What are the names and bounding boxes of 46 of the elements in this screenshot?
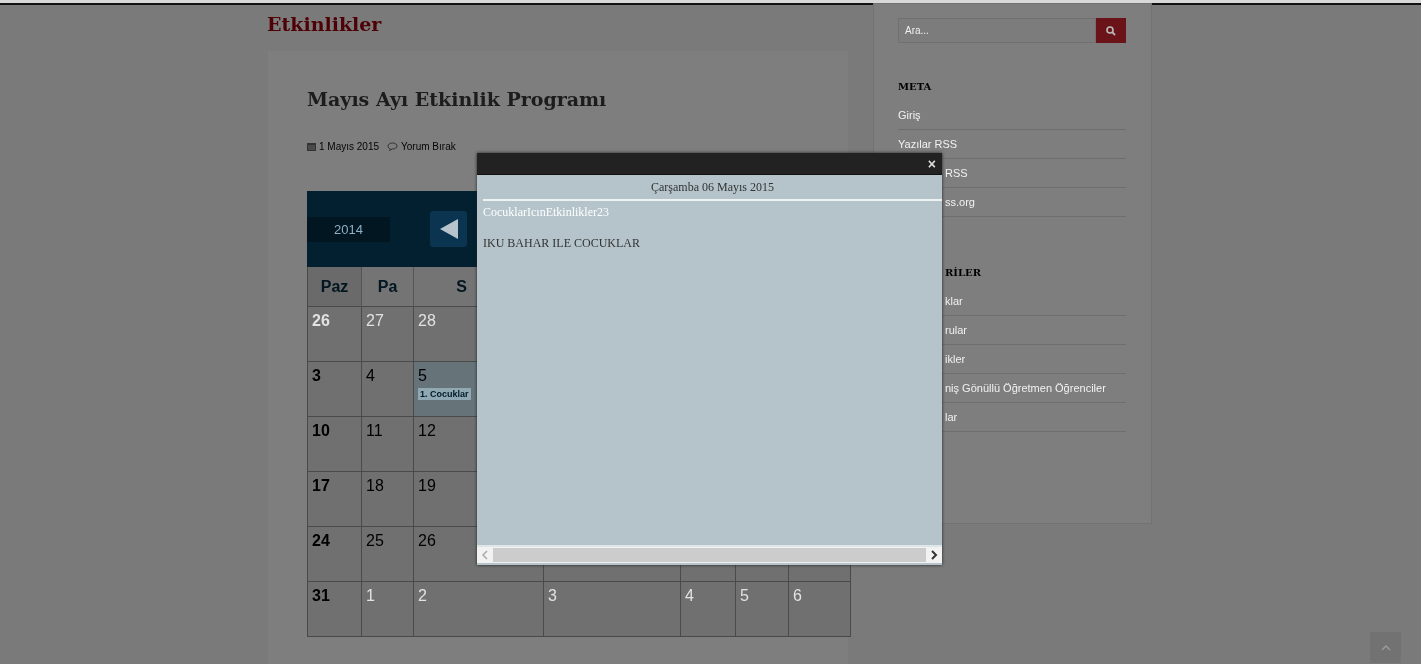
close-button[interactable]: × bbox=[927, 156, 936, 171]
day-number: 5 bbox=[418, 366, 427, 386]
weekday-label: Paz bbox=[320, 277, 349, 296]
event-title: CocuklarIcınEtkinlikler23 bbox=[482, 204, 610, 220]
sidebar-link[interactable]: Giriş bbox=[898, 101, 1126, 130]
day-number: 3 bbox=[548, 586, 557, 606]
day-number: 17 bbox=[312, 476, 330, 496]
day-number: 26 bbox=[418, 531, 436, 551]
post-title: Mayıs Ayı Etkinlik Programı bbox=[307, 87, 608, 112]
day-number: 6 bbox=[793, 586, 802, 606]
day-number: 3 bbox=[312, 366, 321, 386]
day-number: 2 bbox=[418, 586, 427, 606]
dialog-date: Çarşamba 06 Mayıs 2015 bbox=[483, 175, 942, 201]
previous-button[interactable] bbox=[430, 211, 467, 247]
day-number: 24 bbox=[312, 531, 330, 551]
day-number: 4 bbox=[366, 366, 375, 386]
widget-title: META bbox=[898, 81, 933, 94]
day-number: 5 bbox=[740, 586, 749, 606]
page-heading: Etkinlikler bbox=[267, 12, 383, 37]
search-field[interactable]: Ara... bbox=[898, 18, 1096, 43]
event-description: IKU BAHAR ILE COCUKLAR bbox=[483, 236, 640, 250]
day-number: 18 bbox=[366, 476, 384, 496]
day-number: 19 bbox=[418, 476, 436, 496]
horizontal-scrollbar[interactable] bbox=[477, 545, 942, 563]
search-button[interactable] bbox=[1096, 18, 1126, 43]
widget-title: RİLER bbox=[944, 267, 982, 280]
day-number: 10 bbox=[312, 421, 330, 441]
day-number: 28 bbox=[418, 311, 436, 331]
weekday-label: Pa bbox=[377, 277, 398, 296]
day-number: 25 bbox=[366, 531, 384, 551]
comment-link[interactable]: Yorum Bırak bbox=[387, 140, 456, 152]
comment-icon bbox=[387, 141, 399, 151]
weekday-label: S bbox=[456, 277, 467, 296]
day-number: 12 bbox=[418, 421, 436, 441]
day-number: 11 bbox=[366, 421, 383, 441]
calendar-icon bbox=[307, 141, 316, 151]
day-number: 26 bbox=[312, 311, 330, 331]
day-number: 27 bbox=[366, 311, 384, 331]
event-label[interactable]: 1. Cocuklar bbox=[418, 388, 471, 400]
search-icon bbox=[1106, 25, 1116, 36]
year-label: 2014 bbox=[307, 216, 390, 242]
day-number: 1 bbox=[366, 586, 375, 606]
post-date: 1 Mayıs 2015 bbox=[307, 140, 380, 152]
day-number: 31 bbox=[312, 586, 330, 606]
day-number: 4 bbox=[685, 586, 694, 606]
caret-up-icon bbox=[1380, 644, 1391, 651]
